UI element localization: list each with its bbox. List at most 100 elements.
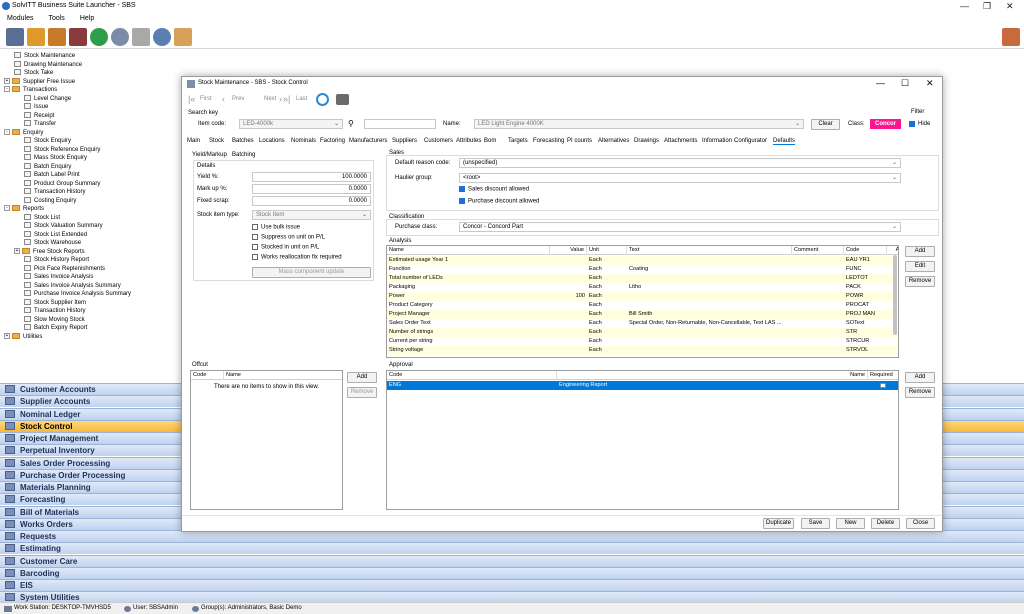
approval-row[interactable]: ENG Engineering Report bbox=[387, 381, 898, 390]
clear-button[interactable]: Clear bbox=[811, 119, 840, 130]
sales-discount-checkbox[interactable]: Sales discount allowed bbox=[459, 186, 529, 193]
tab-targets[interactable]: Targets bbox=[508, 138, 528, 144]
tree-item[interactable]: Batch Label Print bbox=[24, 171, 80, 179]
tab-alternatives[interactable]: Alternatives bbox=[598, 138, 629, 144]
next-icon[interactable]: › bbox=[279, 94, 282, 104]
dialog-minimize-icon[interactable]: — bbox=[876, 78, 885, 88]
tree-item[interactable]: Level Change bbox=[24, 95, 71, 103]
analysis-row[interactable]: Estimated usage Year 1EachEAU YR195 bbox=[387, 256, 898, 265]
offcut-add-button[interactable]: Add bbox=[347, 372, 377, 383]
duplicate-button[interactable]: Duplicate bbox=[763, 518, 794, 529]
tab-attachments[interactable]: Attachments bbox=[664, 138, 697, 144]
tree-item[interactable]: - Transactions bbox=[4, 86, 57, 94]
dialog-maximize-icon[interactable]: ☐ bbox=[901, 78, 909, 89]
purchase-discount-checkbox[interactable]: Purchase discount allowed bbox=[459, 198, 539, 205]
document-icon[interactable] bbox=[48, 28, 66, 46]
tree-item[interactable]: + Supplier Free Issue bbox=[4, 78, 75, 86]
tab-pi-counts[interactable]: PI counts bbox=[567, 138, 592, 144]
collapse-icon[interactable]: - bbox=[4, 86, 10, 93]
purchase-class-select[interactable]: Concor - Concord Part ⌄ bbox=[459, 222, 901, 232]
analysis-row[interactable]: Current per string Each STRCUR 101 bbox=[387, 337, 898, 346]
reason-code-select[interactable]: (unspecified) ⌄ bbox=[459, 158, 901, 168]
save-button[interactable]: Save bbox=[801, 518, 830, 529]
yield-input[interactable]: 100.0000 bbox=[252, 172, 371, 182]
analysis-row[interactable]: Sales Order Text Each Special Order, Non-R… bbox=[387, 319, 898, 328]
tree-item[interactable]: + Utilities bbox=[4, 333, 42, 341]
new-button[interactable]: New bbox=[836, 518, 865, 529]
item-type-select[interactable]: Stock Item ⌄ bbox=[252, 210, 371, 220]
tab-factoring[interactable]: Factoring bbox=[320, 138, 345, 144]
stocked-in-unit-checkbox[interactable]: Stocked in unit on P/L bbox=[252, 244, 319, 251]
analysis-row[interactable]: Product CategoryEachPROCAT85 bbox=[387, 301, 898, 310]
analysis-scrollbar[interactable] bbox=[893, 255, 897, 335]
name-input[interactable]: LED Light Engine 4000K ⌄ bbox=[474, 119, 804, 129]
analysis-row[interactable]: FunctionEachCoatingFUNC11 bbox=[387, 265, 898, 274]
tab-stock[interactable]: Stock bbox=[209, 138, 224, 144]
tree-item[interactable]: Stock Supplier Item bbox=[24, 299, 86, 307]
menu-help[interactable]: Help bbox=[80, 13, 94, 25]
search-icon[interactable]: ⚲ bbox=[348, 119, 354, 128]
expand-icon[interactable]: + bbox=[4, 333, 10, 340]
tab-main[interactable]: Main bbox=[187, 138, 200, 144]
modules-icon[interactable] bbox=[6, 28, 24, 46]
prev-button[interactable]: Prev bbox=[232, 96, 244, 102]
tree-item[interactable]: Transaction History bbox=[24, 307, 85, 315]
mass-component-update-button[interactable]: Mass component update bbox=[252, 267, 371, 278]
first-button[interactable]: First bbox=[200, 96, 212, 102]
module-barcoding[interactable]: Barcoding bbox=[0, 566, 1024, 579]
subtab-batching[interactable]: Batching bbox=[232, 152, 255, 158]
module-estimating[interactable]: Estimating bbox=[0, 542, 1024, 555]
tree-item[interactable]: Issue bbox=[24, 103, 48, 111]
minimize-icon[interactable]: — bbox=[960, 1, 969, 11]
tab-defaults[interactable]: Defaults bbox=[773, 138, 796, 145]
tab-configurator[interactable]: Configurator bbox=[734, 138, 767, 144]
user-profile-icon[interactable] bbox=[1002, 28, 1020, 46]
fixed-scrap-input[interactable]: 0.0000 bbox=[252, 196, 371, 206]
tab-forecasting[interactable]: Forecasting bbox=[533, 138, 564, 144]
tree-item[interactable]: Stock Valuation Summary bbox=[24, 222, 103, 230]
analysis-row[interactable]: PackagingEachLithoPACK9 bbox=[387, 283, 898, 292]
tree-item[interactable]: - Enquiry bbox=[4, 129, 43, 137]
use-bulk-issue-checkbox[interactable]: Use bulk issue bbox=[252, 224, 300, 231]
close-icon[interactable]: ✕ bbox=[1006, 1, 1014, 12]
required-checkbox[interactable] bbox=[880, 383, 886, 388]
tree-item[interactable]: Pick Face Replenishments bbox=[24, 265, 105, 273]
analysis-row[interactable]: Number of stringsEachSTR100 bbox=[387, 328, 898, 337]
delete-button[interactable]: Delete bbox=[871, 518, 900, 529]
tab-suppliers[interactable]: Suppliers bbox=[392, 138, 417, 144]
analysis-row[interactable]: String voltage Each STRVOL 102 bbox=[387, 346, 898, 355]
folders-icon[interactable] bbox=[174, 28, 192, 46]
approval-remove-button[interactable]: Remove bbox=[905, 387, 935, 398]
expand-icon[interactable]: + bbox=[4, 78, 10, 85]
tree-item[interactable]: Batch Enquiry bbox=[24, 163, 71, 171]
haulier-group-select[interactable]: <root> ⌄ bbox=[459, 173, 901, 183]
tab-bom[interactable]: Bom bbox=[484, 138, 496, 144]
tab-nominals[interactable]: Nominals bbox=[291, 138, 316, 144]
tree-item[interactable]: Purchase Invoice Analysis Summary bbox=[24, 290, 131, 298]
offcut-col-code[interactable]: Code bbox=[191, 371, 224, 380]
analysis-row[interactable]: Project ManagerEachBill SmithPROJ MAN91 bbox=[387, 310, 898, 319]
book-icon[interactable] bbox=[69, 28, 87, 46]
tab-customers[interactable]: Customers bbox=[424, 138, 453, 144]
menu-modules[interactable]: Modules bbox=[7, 13, 33, 25]
analysis-add-button[interactable]: Add bbox=[905, 246, 935, 257]
approval-add-button[interactable]: Add bbox=[905, 372, 935, 383]
analysis-row[interactable]: Power100EachPOWR15 bbox=[387, 292, 898, 301]
works-reallocation-checkbox[interactable]: Works reallocation fix required bbox=[252, 254, 342, 261]
restore-icon[interactable]: ❐ bbox=[983, 1, 991, 12]
tab-information[interactable]: Information bbox=[702, 138, 732, 144]
tree-item[interactable]: Stock List Extended bbox=[24, 231, 87, 239]
last-icon[interactable]: »| bbox=[283, 94, 290, 104]
dialog-close-icon[interactable]: ✕ bbox=[926, 78, 934, 89]
analysis-row[interactable]: Total number of LEDsEachLEDTOT103 bbox=[387, 274, 898, 283]
tree-item[interactable]: + Free Stock Reports bbox=[14, 248, 85, 256]
tree-item[interactable]: Stock Enquiry bbox=[24, 137, 71, 145]
print-icon[interactable] bbox=[336, 94, 349, 105]
collapse-icon[interactable]: - bbox=[4, 129, 10, 136]
module-customer-care[interactable]: Customer Care bbox=[0, 554, 1024, 567]
markup-input[interactable]: 0.0000 bbox=[252, 184, 371, 194]
suppress-on-unit-checkbox[interactable]: Suppress on unit on P/L bbox=[252, 234, 325, 241]
tab-manufacturers[interactable]: Manufacturers bbox=[349, 138, 387, 144]
tree-item[interactable]: Stock Maintenance bbox=[14, 52, 75, 60]
tree-item[interactable]: Slow Moving Stock bbox=[24, 316, 85, 324]
